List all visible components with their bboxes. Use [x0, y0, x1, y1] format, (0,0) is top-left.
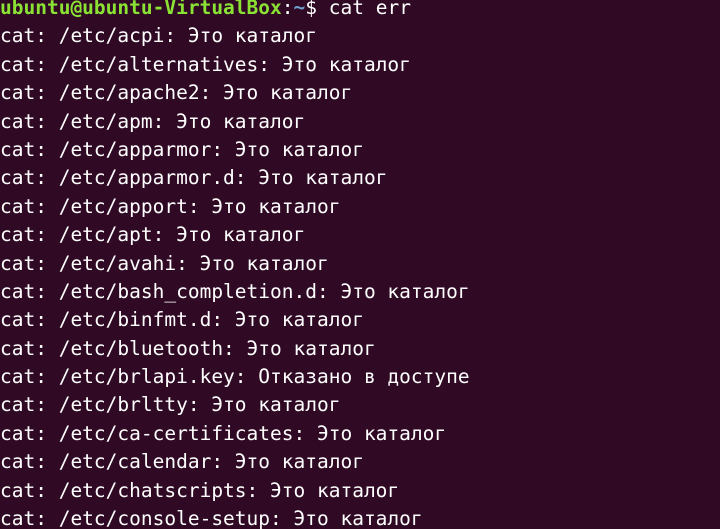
output-line: cat: /etc/acpi: Это каталог [0, 24, 317, 48]
output-line: cat: /etc/alternatives: Это каталог [0, 52, 411, 76]
prompt-separator: : [281, 0, 294, 19]
output-line: cat: /etc/ca-certificates: Это каталог [0, 421, 447, 445]
prompt-user-host: ubuntu@ubuntu-VirtualBox [0, 0, 282, 19]
output-line: cat: /etc/apm: Это каталог [0, 109, 306, 133]
prompt-path: ~ [293, 0, 306, 19]
prompt-command: cat err [328, 0, 411, 19]
terminal-window[interactable]: ubuntu@ubuntu-VirtualBox:~$ cat err cat:… [0, 0, 720, 529]
output-line: cat: /etc/apparmor.d: Это каталог [0, 166, 388, 190]
output-line: cat: /etc/bash_completion.d: Это каталог [0, 279, 470, 303]
prompt-symbol: $ [305, 0, 329, 19]
output-line: cat: /etc/avahi: Это каталог [0, 251, 329, 275]
output-line: cat: /etc/apt: Это каталог [0, 223, 306, 247]
output-line: cat: /etc/calendar: Это каталог [0, 450, 364, 474]
output-line: cat: /etc/apparmor: Это каталог [0, 137, 364, 161]
output-line: cat: /etc/apache2: Это каталог [0, 81, 353, 105]
prompt-line: ubuntu@ubuntu-VirtualBox:~$ cat err [0, 0, 470, 22]
output-line: cat: /etc/apport: Это каталог [0, 194, 341, 218]
output-line: cat: /etc/brltty: Это каталог [0, 393, 341, 417]
terminal-output: ubuntu@ubuntu-VirtualBox:~$ cat err cat:… [0, 0, 470, 529]
output-line: cat: /etc/binfmt.d: Это каталог [0, 308, 364, 332]
output-line: cat: /etc/brlapi.key: Отказано в доступе [0, 365, 470, 389]
output-line: cat: /etc/chatscripts: Это каталог [0, 478, 400, 502]
output-line: cat: /etc/bluetooth: Это каталог [0, 336, 376, 360]
output-line: cat: /etc/console-setup: Это каталог [0, 507, 423, 529]
